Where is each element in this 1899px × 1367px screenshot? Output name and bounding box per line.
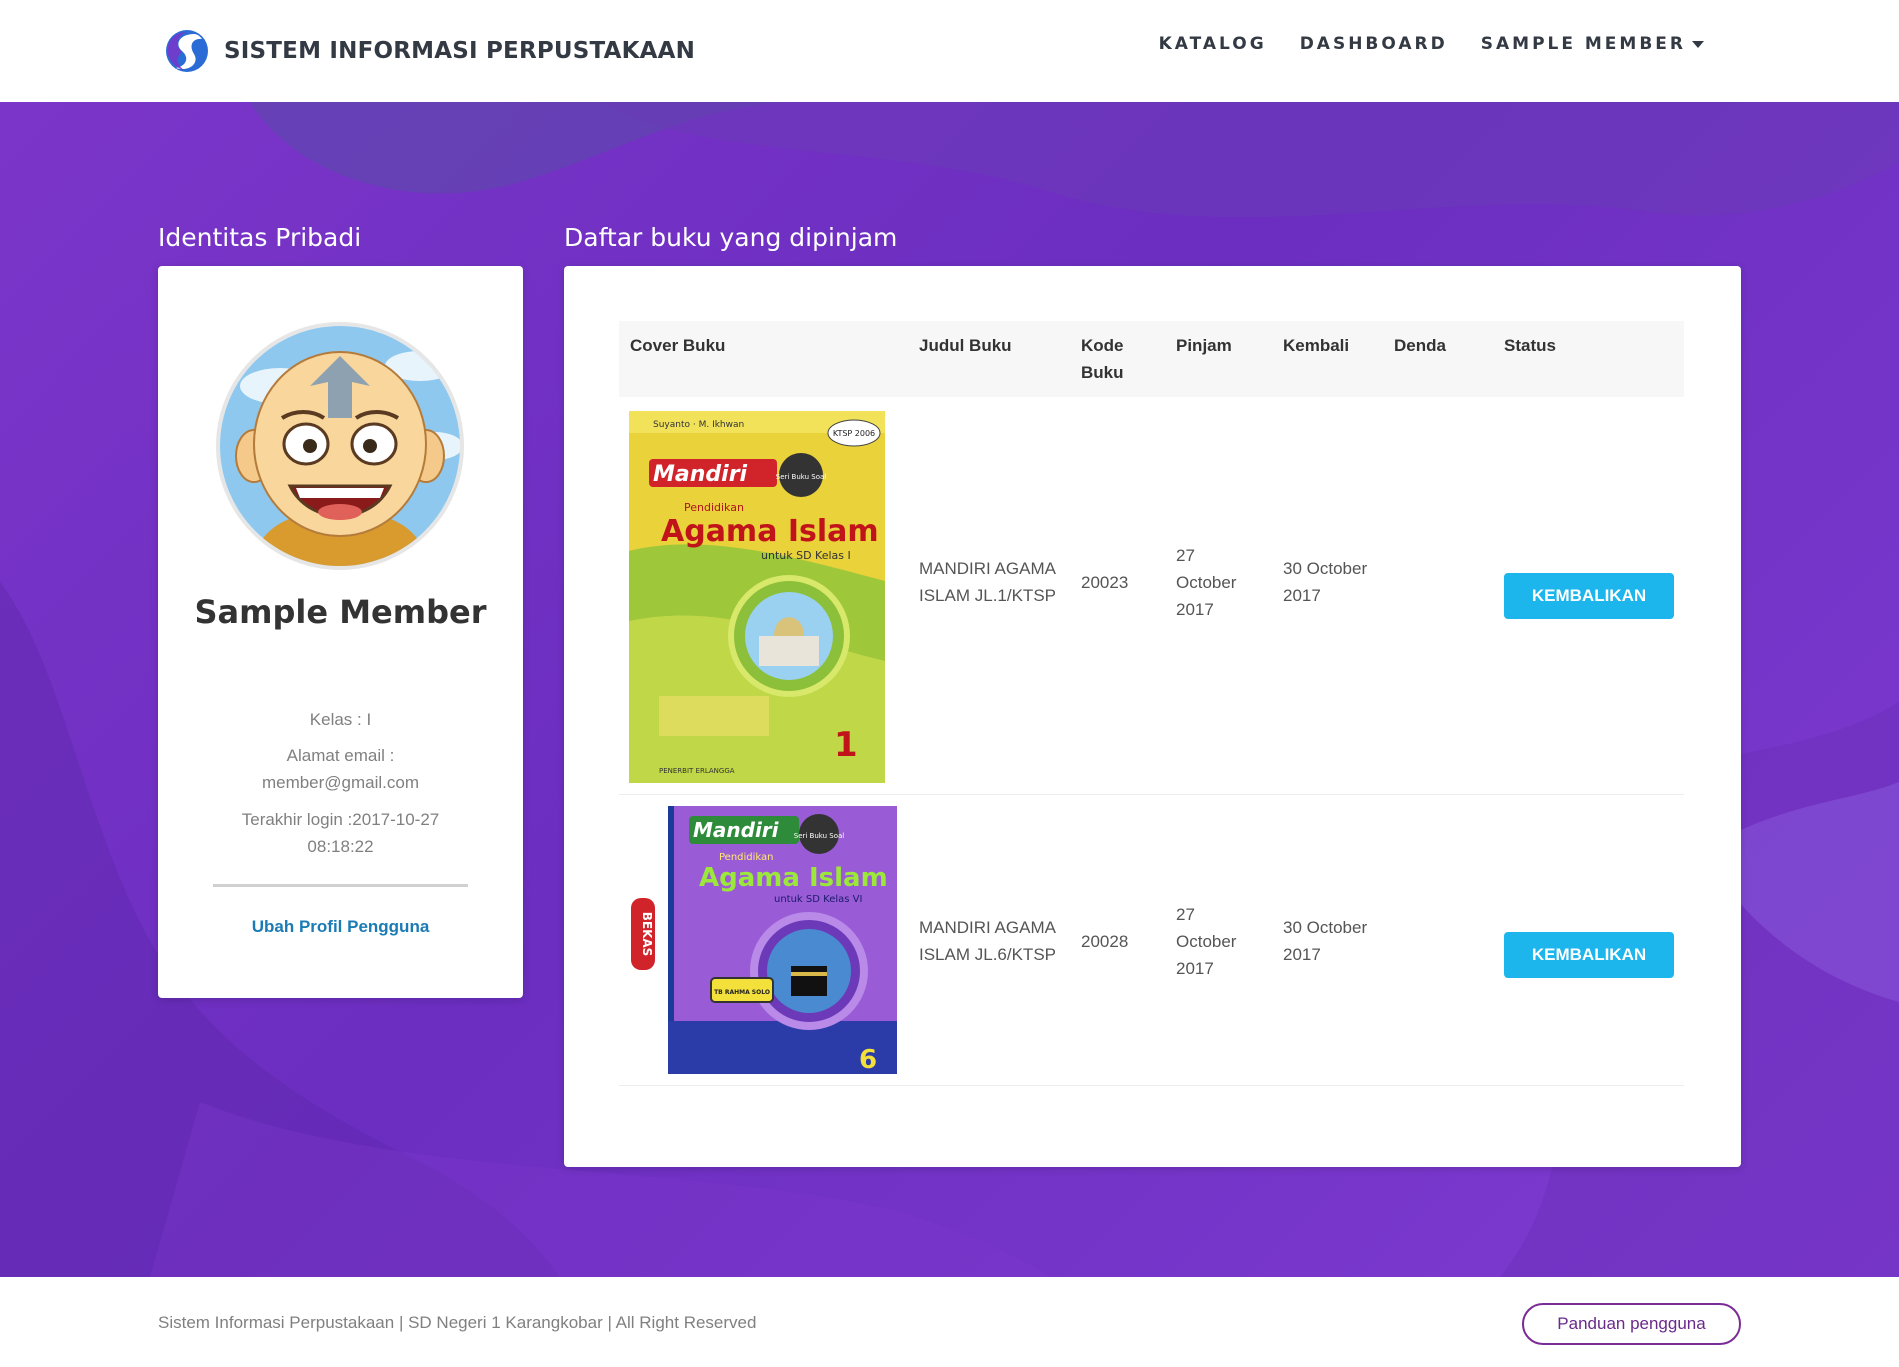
col-pinjam: Pinjam xyxy=(1176,336,1232,355)
svg-text:Mandiri: Mandiri xyxy=(693,818,780,842)
last-login-label: Terakhir login :2017-10-27 xyxy=(241,810,440,829)
nav-katalog[interactable]: KATALOG xyxy=(1159,34,1267,54)
svg-text:Mandiri: Mandiri xyxy=(653,462,748,487)
svg-text:PENERBIT ERLANGGA: PENERBIT ERLANGGA xyxy=(659,767,735,775)
main-hero: Identitas Pribadi Daftar buku yang dipin… xyxy=(0,102,1899,1277)
book-cover-image: BEKAS Mandiri Seri Buku Soal Pendidikan … xyxy=(629,806,897,1074)
svg-text:1: 1 xyxy=(834,725,858,765)
col-status: Status xyxy=(1504,336,1556,355)
svg-text:6: 6 xyxy=(859,1045,877,1074)
col-cover: Cover Buku xyxy=(630,336,726,355)
user-guide-button[interactable]: Panduan pengguna xyxy=(1522,1303,1741,1345)
return-book-button[interactable]: KEMBALIKAN xyxy=(1504,932,1674,978)
svg-text:BEKAS: BEKAS xyxy=(640,912,654,957)
edit-profile-link[interactable]: Ubah Profil Pengguna xyxy=(158,917,523,937)
book-title: MANDIRI AGAMA ISLAM JL.6/KTSP xyxy=(919,918,1056,964)
return-date: 30 October 2017 xyxy=(1283,918,1368,964)
caret-down-icon xyxy=(1692,40,1704,48)
svg-text:Agama Islam: Agama Islam xyxy=(661,514,879,549)
svg-text:Pendidikan: Pendidikan xyxy=(684,501,744,514)
table-row: BEKAS Mandiri Seri Buku Soal Pendidikan … xyxy=(619,795,1684,1086)
svg-text:Seri Buku Soal: Seri Buku Soal xyxy=(794,832,845,840)
svg-text:Pendidikan: Pendidikan xyxy=(719,852,774,863)
svg-text:Suyanto · M. Ikhwan: Suyanto · M. Ikhwan xyxy=(653,420,744,430)
email-label: Alamat email : xyxy=(286,746,395,765)
nav-user-label: SAMPLE MEMBER xyxy=(1480,34,1686,54)
footer-copyright: Sistem Informasi Perpustakaan | SD Neger… xyxy=(158,1313,757,1332)
borrow-date: 27 October 2017 xyxy=(1176,905,1237,978)
borrowed-books-card: Cover Buku Judul Buku Kode Buku Pinjam K… xyxy=(564,266,1741,1167)
svg-text:untuk SD Kelas I: untuk SD Kelas I xyxy=(761,549,851,562)
member-kelas: Kelas : I xyxy=(309,710,372,729)
nav-dashboard[interactable]: DASHBOARD xyxy=(1300,34,1448,54)
library-s-logo-icon xyxy=(166,30,208,72)
profile-card: Sample Member Kelas : I Alamat email : m… xyxy=(158,266,523,998)
member-name: Sample Member xyxy=(194,593,487,631)
top-navbar: SISTEM INFORMASI PERPUSTAKAAN KATALOG DA… xyxy=(0,0,1899,102)
svg-text:untuk SD Kelas VI: untuk SD Kelas VI xyxy=(774,894,862,905)
member-avatar xyxy=(216,322,464,570)
profile-divider xyxy=(213,884,468,887)
brand-name: SISTEM INFORMASI PERPUSTAKAAN xyxy=(224,38,696,64)
brand[interactable]: SISTEM INFORMASI PERPUSTAKAAN xyxy=(164,26,695,76)
svg-text:Seri Buku Soal: Seri Buku Soal xyxy=(776,473,827,481)
return-book-button[interactable]: KEMBALIKAN xyxy=(1504,573,1674,619)
svg-text:KTSP 2006: KTSP 2006 xyxy=(833,429,875,438)
book-code: 20028 xyxy=(1081,932,1129,951)
member-email: member@gmail.com xyxy=(261,773,420,792)
return-date: 30 October 2017 xyxy=(1283,559,1368,605)
footer: Sistem Informasi Perpustakaan | SD Neger… xyxy=(0,1277,1899,1367)
svg-text:Agama Islam: Agama Islam xyxy=(699,863,888,893)
nav-user-menu[interactable]: SAMPLE MEMBER xyxy=(1481,34,1704,54)
borrow-date: 27 October 2017 xyxy=(1176,546,1237,619)
table-header: Cover Buku Judul Buku Kode Buku Pinjam K… xyxy=(619,321,1684,397)
main-nav: KATALOG DASHBOARD SAMPLE MEMBER xyxy=(1126,34,1704,54)
books-section-title: Daftar buku yang dipinjam xyxy=(564,223,898,252)
book-code: 20023 xyxy=(1081,573,1129,592)
svg-text:TB RAHMA SOLO: TB RAHMA SOLO xyxy=(714,989,770,996)
col-judul: Judul Buku xyxy=(919,336,1012,355)
col-kode: Kode Buku xyxy=(1081,336,1124,382)
book-title: MANDIRI AGAMA ISLAM JL.1/KTSP xyxy=(919,559,1056,605)
last-login-time: 08:18:22 xyxy=(307,837,374,856)
col-denda: Denda xyxy=(1394,336,1446,355)
profile-section-title: Identitas Pribadi xyxy=(158,223,362,252)
col-kembali: Kembali xyxy=(1283,336,1350,355)
book-cover-image: Suyanto · M. Ikhwan KTSP 2006 Mandiri Se… xyxy=(629,411,885,783)
table-row: Suyanto · M. Ikhwan KTSP 2006 Mandiri Se… xyxy=(619,397,1684,795)
